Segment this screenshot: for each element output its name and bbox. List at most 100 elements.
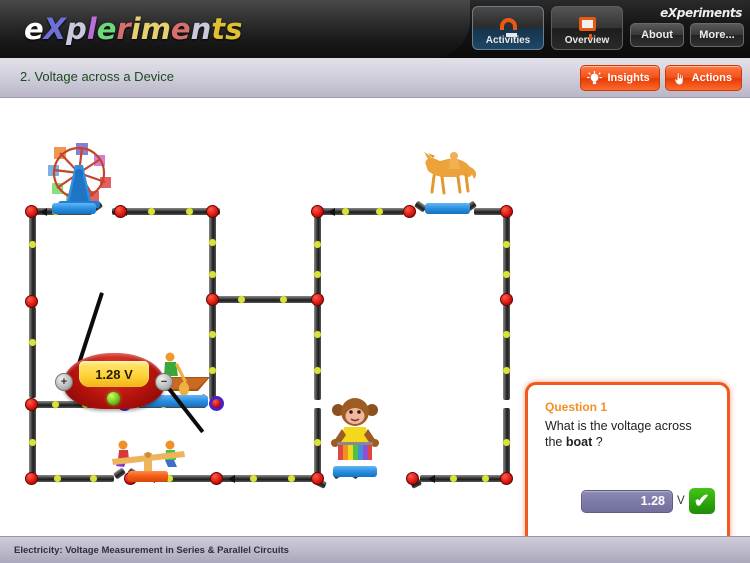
current-marker <box>314 367 321 374</box>
circuit-node[interactable] <box>25 472 38 485</box>
device-platform-ferris-wheel <box>52 203 96 214</box>
current-marker <box>209 271 216 278</box>
insights-button[interactable]: Insights <box>580 65 660 91</box>
top-navigation-bar: eXpleriments Activities Overview eXperim… <box>0 0 750 58</box>
wire-segment <box>29 307 36 398</box>
answer-unit-label: V <box>677 495 685 507</box>
app-logo-text: eXpleriments <box>24 12 243 46</box>
circuit-node[interactable] <box>25 205 38 218</box>
circuit-node[interactable] <box>500 205 513 218</box>
answer-input[interactable]: 1.28 <box>581 489 673 513</box>
current-marker <box>314 271 321 278</box>
pointing-hand-icon <box>674 71 683 85</box>
current-arrow <box>228 475 235 483</box>
nav-button-more[interactable]: More... <box>690 23 744 47</box>
voltmeter-led-indicator <box>107 392 120 405</box>
toy-drumming-monkey[interactable] <box>326 397 384 474</box>
current-marker <box>186 208 193 215</box>
wire-segment <box>314 304 321 400</box>
wire-segment <box>32 475 114 482</box>
current-marker <box>503 331 510 338</box>
circuit-node[interactable] <box>311 293 324 306</box>
small-nav-buttons: eXperiments About More... <box>630 6 744 47</box>
current-marker <box>148 208 155 215</box>
circuit-node[interactable] <box>500 472 513 485</box>
current-marker <box>482 475 489 482</box>
wire-segment <box>503 304 510 400</box>
question-prompt-line2-prefix: the <box>545 435 566 449</box>
circuit-node[interactable] <box>25 295 38 308</box>
voltmeter-display: 1.28 V <box>79 361 149 387</box>
activity-title-bar: 2. Voltage across a Device Insights Acti… <box>0 58 750 98</box>
wire-segment <box>29 215 36 301</box>
insights-button-label: Insights <box>607 72 650 84</box>
app-root: eXpleriments Activities Overview eXperim… <box>0 0 750 563</box>
current-marker <box>503 241 510 248</box>
circuit-node[interactable] <box>403 205 416 218</box>
footer-bar: Electricity: Voltage Measurement in Seri… <box>0 536 750 563</box>
wire-segment <box>112 208 220 215</box>
top-nav-buttons: Activities Overview eXperiments About Mo… <box>472 6 744 50</box>
wire-segment <box>212 296 314 303</box>
circuit-node[interactable] <box>311 205 324 218</box>
actions-button[interactable]: Actions <box>664 65 742 91</box>
circuit-node-probe[interactable] <box>209 396 224 411</box>
current-marker <box>503 439 510 446</box>
voltmeter[interactable]: 1.28 V + − <box>55 351 173 415</box>
current-marker <box>29 339 36 346</box>
current-marker <box>376 208 383 215</box>
question-heading: Question 1 <box>545 400 608 414</box>
current-marker <box>450 475 457 482</box>
whiteboard-icon <box>578 14 596 39</box>
current-marker <box>288 475 295 482</box>
current-marker <box>342 208 349 215</box>
answer-row: 1.28 V ✔ <box>581 488 715 514</box>
voltmeter-terminal-positive[interactable]: + <box>55 373 73 391</box>
circuit-node[interactable] <box>311 472 324 485</box>
current-marker <box>209 331 216 338</box>
current-marker <box>90 475 97 482</box>
current-marker <box>29 241 36 248</box>
device-platform-seesaw <box>128 471 168 482</box>
title-action-buttons: Insights Actions <box>580 65 742 91</box>
wire-segment <box>314 215 321 295</box>
nav-button-activities[interactable]: Activities <box>472 6 544 50</box>
circuit-node[interactable] <box>206 293 219 306</box>
current-arrow <box>328 208 335 216</box>
app-logo: eXpleriments <box>24 7 242 51</box>
question-prompt-device: boat <box>565 435 593 449</box>
current-marker <box>503 271 510 278</box>
circuit-canvas[interactable]: 1.28 V + − + 8 V - Question 1 What is th… <box>0 99 750 563</box>
nav-button-about[interactable]: About <box>630 23 684 47</box>
circuit-node[interactable] <box>406 472 419 485</box>
circuit-node[interactable] <box>210 472 223 485</box>
page-title: 2. Voltage across a Device <box>20 69 174 84</box>
small-nav-row: About More... <box>630 23 744 47</box>
checkmark-icon: ✔ <box>688 488 715 514</box>
question-prompt-suffix: ? <box>592 435 603 449</box>
device-platform-carousel-horse <box>425 203 470 214</box>
nav-button-overview[interactable]: Overview <box>551 6 623 50</box>
question-prompt: What is the voltage across the boat ? <box>545 418 713 450</box>
question-prompt-line1: What is the voltage across <box>545 419 692 433</box>
wire-segment <box>503 215 510 295</box>
lightbulb-icon <box>587 70 603 84</box>
circuit-node[interactable] <box>25 398 38 411</box>
current-marker <box>209 367 216 374</box>
circuit-node[interactable] <box>206 205 219 218</box>
voltmeter-terminal-negative[interactable]: − <box>155 373 173 391</box>
actions-button-label: Actions <box>691 72 732 84</box>
circuit-node[interactable] <box>500 293 513 306</box>
current-marker <box>280 296 287 303</box>
current-arrow <box>428 475 435 483</box>
current-marker <box>314 439 321 446</box>
footer-caption: Electricity: Voltage Measurement in Seri… <box>14 545 289 556</box>
current-marker <box>314 241 321 248</box>
current-marker <box>503 367 510 374</box>
magnet-icon <box>499 14 517 37</box>
wire-segment <box>209 215 216 295</box>
brand-mini-logo: eXperiments <box>660 6 742 20</box>
device-platform-monkey <box>333 466 377 477</box>
nav-button-overview-label: Overview <box>564 35 610 46</box>
current-marker <box>238 296 245 303</box>
